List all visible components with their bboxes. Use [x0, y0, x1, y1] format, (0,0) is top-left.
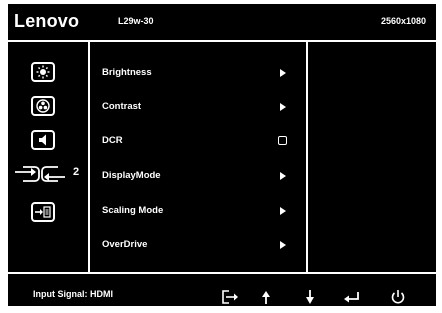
menu-item-label: Contrast	[102, 101, 142, 112]
model-name: L29w-30	[118, 16, 154, 26]
exit-button[interactable]	[218, 286, 242, 308]
chevron-right-icon	[280, 241, 286, 249]
input-1-label: 1	[1, 166, 8, 178]
chevron-right-icon	[280, 172, 286, 180]
input-2-label: 2	[73, 166, 80, 178]
menu-item-brightness[interactable]: Brightness	[92, 62, 304, 86]
chevron-right-icon	[280, 103, 286, 111]
sidebar-item-settings[interactable]	[8, 198, 88, 224]
enter-icon	[344, 292, 359, 303]
audio-icon	[31, 130, 55, 150]
menu-item-label: Scaling Mode	[102, 205, 164, 216]
menu-item-dcr[interactable]: DCR	[92, 130, 304, 154]
sidebar-item-audio[interactable]	[8, 126, 88, 152]
dcr-checkbox[interactable]	[278, 136, 287, 145]
down-arrow-icon	[306, 290, 314, 304]
menu-item-label: OverDrive	[102, 239, 148, 250]
enter-button[interactable]	[340, 286, 364, 308]
osd-header: Lenovo L29w-30 2560x1080	[8, 4, 436, 40]
menu-item-displaymode[interactable]: DisplayMode	[92, 165, 304, 189]
footer-divider	[8, 272, 436, 274]
up-button[interactable]	[254, 286, 278, 308]
sidebar-item-color[interactable]	[8, 92, 88, 118]
sidebar-divider	[88, 42, 90, 272]
osd-window: Lenovo L29w-30 2560x1080 1 2 Brightness …	[1, 4, 436, 308]
exit-icon	[222, 290, 238, 304]
up-arrow-icon	[262, 291, 270, 304]
menu-item-contrast[interactable]: Contrast	[92, 96, 304, 120]
menu-item-overdrive[interactable]: OverDrive	[92, 234, 304, 258]
power-icon	[391, 290, 405, 304]
sidebar-item-input[interactable]: 1 2	[1, 161, 88, 187]
input-icon	[12, 163, 70, 185]
menu-item-scaling-mode[interactable]: Scaling Mode	[92, 200, 304, 224]
menu-item-label: DisplayMode	[102, 170, 161, 181]
menu-settings-icon	[31, 202, 55, 222]
menu-item-label: DCR	[102, 135, 123, 146]
power-button[interactable]	[386, 286, 410, 308]
brand-logo: Lenovo	[14, 11, 80, 31]
brightness-icon	[31, 62, 55, 82]
chevron-right-icon	[280, 207, 286, 215]
submenu-divider	[306, 42, 308, 272]
color-icon	[31, 96, 55, 116]
input-signal-status: Input Signal: HDMI	[33, 289, 113, 299]
down-button[interactable]	[298, 286, 322, 308]
chevron-right-icon	[280, 69, 286, 77]
resolution-label: 2560x1080	[380, 16, 426, 26]
header-divider	[8, 40, 436, 42]
sidebar-item-brightness[interactable]	[8, 58, 88, 84]
menu-item-label: Brightness	[102, 67, 152, 78]
